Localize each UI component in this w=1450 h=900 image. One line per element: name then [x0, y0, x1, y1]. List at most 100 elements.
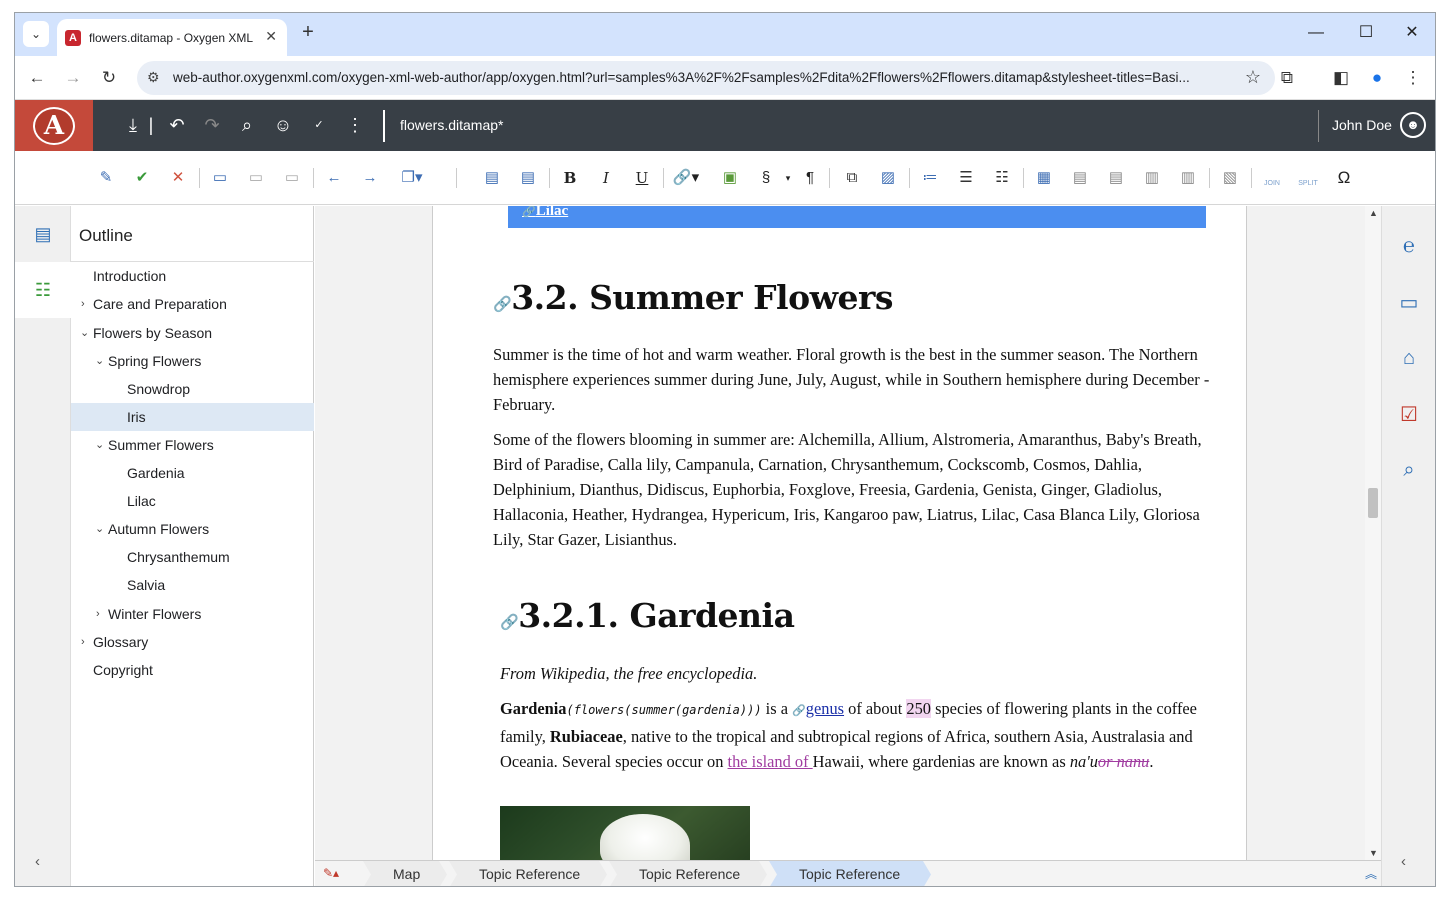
deleted-nanu[interactable]: or nanu — [1098, 752, 1149, 771]
minimize-button[interactable]: — — [1301, 21, 1331, 45]
link-dropdown-icon[interactable]: 🔗▾ — [671, 167, 701, 189]
link-icon[interactable]: 🔗 — [500, 613, 519, 631]
lilac-link[interactable]: 🔗Lilac — [522, 206, 568, 220]
outline-item-winter-flowers[interactable]: › Winter Flowers — [71, 600, 314, 628]
gardenia-heading[interactable]: 🔗3.2.1. Gardenia — [500, 596, 795, 635]
insert-list-item-icon[interactable]: ≔ — [919, 167, 941, 189]
no-sync-icon[interactable]: ✎▴ — [323, 866, 339, 880]
new-tab-button[interactable]: + — [297, 22, 319, 44]
unordered-list-icon[interactable]: ☷ — [991, 167, 1013, 189]
summer-flowers-heading[interactable]: 🔗3.2. Summer Flowers — [493, 278, 893, 317]
insert-row-icon[interactable]: ▤ — [1069, 167, 1091, 189]
highlighted-250[interactable]: 250 — [906, 699, 931, 718]
wikipedia-line[interactable]: From Wikipedia, the free encyclopedia. — [500, 661, 1215, 686]
download-icon[interactable]: ⤓ — [121, 113, 145, 137]
undo-icon[interactable]: ↶ — [165, 113, 189, 137]
browser-tab[interactable]: A flowers.ditamap - Oxygen XML ✕ — [57, 19, 287, 56]
review-add-icon[interactable]: ℮ — [1382, 226, 1435, 266]
underline-button[interactable]: U — [631, 167, 653, 189]
add-comment-icon[interactable]: ▭ — [209, 167, 231, 189]
close-window-button[interactable]: ✕ — [1397, 21, 1427, 45]
italic-button[interactable]: I — [595, 167, 617, 189]
chevron-down-icon[interactable]: ⌄ — [80, 319, 89, 347]
ordered-list-icon[interactable]: ☰ — [955, 167, 977, 189]
outline-item-copyright[interactable]: Copyright — [71, 656, 314, 684]
breadcrumb-topic-reference[interactable]: Topic Reference — [609, 861, 767, 887]
outline-view-icon[interactable]: ☷ — [15, 262, 71, 318]
insert-conref-icon[interactable]: ⧉ — [841, 167, 863, 189]
breadcrumb-topic-reference-current[interactable]: Topic Reference — [769, 861, 931, 887]
user-name[interactable]: John Doe — [1332, 117, 1392, 133]
summer-paragraph-2[interactable]: Some of the flowers blooming in summer a… — [493, 427, 1215, 552]
insert-image-icon[interactable]: ▣ — [719, 167, 741, 189]
maximize-button[interactable]: ☐ — [1351, 21, 1381, 45]
comments-icon[interactable]: ▭ — [1382, 282, 1435, 322]
edit-comment-icon[interactable]: ▭ — [245, 167, 267, 189]
expand-up-icon[interactable]: ︽ — [1365, 865, 1377, 882]
reload-button[interactable]: ↻ — [97, 66, 121, 90]
join-cells-button[interactable]: JOIN — [1261, 167, 1283, 189]
back-button[interactable]: ← — [25, 66, 49, 90]
outline-item-autumn-flowers[interactable]: ⌄ Autumn Flowers — [71, 515, 314, 543]
delete-column-icon[interactable]: ▥ — [1177, 167, 1199, 189]
address-bar[interactable]: ⚙ web-author.oxygenxml.com/oxygen-xml-we… — [137, 61, 1275, 95]
navigate-back-icon[interactable]: ← — [323, 167, 345, 189]
dita-maps-manager-icon[interactable]: ▤ — [15, 206, 71, 262]
genus-link[interactable]: genus — [806, 699, 844, 718]
find-replace-icon[interactable]: ⌕ — [1382, 450, 1435, 490]
reject-change-icon[interactable]: ✕ — [167, 167, 189, 189]
gardenia-image[interactable] — [500, 806, 750, 860]
outline-item-salvia[interactable]: Salvia — [71, 571, 314, 599]
outline-item-summer-flowers[interactable]: ⌄ Summer Flowers — [71, 431, 314, 459]
extensions-icon[interactable]: ⧉ — [1275, 66, 1299, 90]
tags-icon[interactable]: ⌂ — [1382, 338, 1435, 378]
chevron-down-icon[interactable]: ⌄ — [95, 431, 104, 459]
oxygen-logo[interactable]: A — [15, 100, 93, 151]
profile-icon[interactable]: ● — [1365, 66, 1389, 90]
outline-item-introduction[interactable]: Introduction — [71, 262, 314, 290]
search-icon[interactable]: ⌕ — [235, 113, 259, 137]
tab-search-button[interactable]: ⌄ — [23, 21, 49, 47]
scroll-down-icon[interactable]: ▼ — [1369, 848, 1378, 858]
redo-icon[interactable]: ↷ — [200, 113, 224, 137]
section-dropdown-icon[interactable]: ▾ — [777, 167, 799, 189]
collapse-right-icon[interactable]: ‹ — [1401, 853, 1406, 870]
remove-comment-icon[interactable]: ▭ — [281, 167, 303, 189]
spell-check-icon[interactable]: ✓ — [307, 113, 331, 137]
outline-item-glossary[interactable]: › Glossary — [71, 628, 314, 656]
insert-reference-icon[interactable]: ▤ — [517, 167, 539, 189]
chevron-down-icon[interactable]: ⌄ — [95, 347, 104, 375]
bold-button[interactable]: B — [559, 167, 581, 189]
site-info-icon[interactable]: ⚙ — [147, 69, 160, 86]
browser-menu-icon[interactable]: ⋮ — [1401, 66, 1425, 90]
outline-item-care-and-preparation[interactable]: › Care and Preparation — [71, 290, 314, 318]
table-properties-icon[interactable]: ▧ — [1219, 167, 1241, 189]
copy-dropdown-icon[interactable]: ❐▾ — [401, 167, 423, 189]
chevron-right-icon[interactable]: › — [81, 628, 85, 656]
insert-symbol-button[interactable]: Ω — [1333, 167, 1355, 189]
more-actions-icon[interactable]: ⋮ — [343, 113, 367, 137]
collaboration-icon[interactable]: ☺ — [271, 113, 295, 137]
outline-item-chrysanthemum[interactable]: Chrysanthemum — [71, 543, 314, 571]
side-panel-icon[interactable]: ◧ — [1329, 66, 1353, 90]
accept-change-icon[interactable]: ✔ — [131, 167, 153, 189]
user-avatar-icon[interactable]: ☻ — [1400, 112, 1426, 138]
insert-topic-icon[interactable]: ▤ — [481, 167, 503, 189]
gardenia-paragraph[interactable]: Gardenia(flowers(summer(gardenia))) is a… — [500, 696, 1215, 774]
outline-item-gardenia[interactable]: Gardenia — [71, 459, 314, 487]
validation-icon[interactable]: ☑ — [1382, 394, 1435, 434]
forward-button[interactable]: → — [61, 66, 85, 90]
close-tab-icon[interactable]: ✕ — [265, 28, 277, 45]
outline-item-snowdrop[interactable]: Snowdrop — [71, 375, 314, 403]
collapse-left-icon[interactable]: ‹ — [35, 853, 40, 870]
scrollbar-thumb[interactable] — [1368, 488, 1378, 518]
insert-column-icon[interactable]: ▥ — [1141, 167, 1163, 189]
outline-item-spring-flowers[interactable]: ⌄ Spring Flowers — [71, 347, 314, 375]
scroll-up-icon[interactable]: ▲ — [1369, 208, 1378, 218]
insert-content-icon[interactable]: ▨ — [877, 167, 899, 189]
breadcrumb-topic-reference[interactable]: Topic Reference — [449, 861, 607, 887]
link-icon[interactable]: 🔗 — [493, 295, 512, 313]
island-of-insertion[interactable]: the island of — [728, 752, 813, 771]
chevron-right-icon[interactable]: › — [81, 290, 85, 318]
bookmark-star-icon[interactable]: ☆ — [1245, 67, 1261, 88]
